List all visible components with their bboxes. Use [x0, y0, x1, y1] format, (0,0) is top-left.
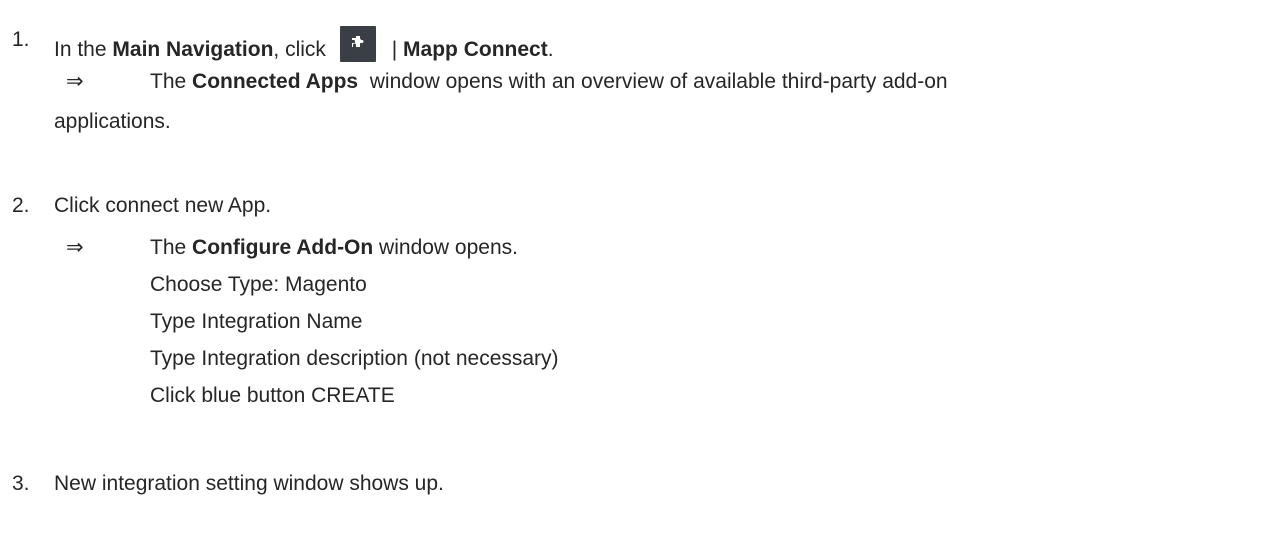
instruction-document: 1. In the Main Navigation, click | Mapp … — [0, 0, 1280, 545]
result-suffix: window opens. — [373, 236, 518, 259]
step-1-result: ⇒ The Connected Apps window opens with a… — [0, 68, 1280, 96]
result-arrow: ⇒ — [66, 236, 84, 259]
step-1-result-continued: applications. — [0, 108, 1280, 136]
step-1: 1. In the Main Navigation, click | Mapp … — [0, 26, 1280, 62]
main-navigation-label: Main Navigation — [112, 38, 274, 61]
result-prefix: The — [150, 236, 193, 259]
substep: Click blue button CREATE — [0, 382, 1280, 410]
step-2-text: Click connect new App. — [54, 194, 272, 217]
step-3: 3. New integration setting window shows … — [0, 470, 1280, 498]
separator: | — [385, 38, 404, 61]
step-1-result-continued-text: applications. — [54, 110, 171, 133]
mapp-connect-label: Mapp Connect — [403, 38, 548, 61]
step-1-prefix: In the — [54, 38, 113, 61]
step-3-number: 3. — [12, 472, 30, 495]
step-2-result: ⇒ The Configure Add-On window opens. — [0, 234, 1280, 262]
result-prefix: The — [150, 70, 193, 93]
substep-integration-description: Type Integration description (not necess… — [150, 347, 559, 370]
configure-addon-label: Configure Add-On — [192, 236, 374, 259]
substep-integration-name: Type Integration Name — [150, 310, 363, 333]
step-3-text: New integration setting window shows up. — [54, 472, 444, 495]
step-2-number: 2. — [12, 194, 30, 217]
step-1-result-text: The Connected Apps window opens with an … — [150, 68, 948, 96]
step-1-period: . — [547, 38, 554, 61]
connected-apps-label: Connected Apps — [192, 70, 359, 93]
substep: Type Integration description (not necess… — [0, 345, 1280, 373]
substep: Type Integration Name — [0, 308, 1280, 336]
step-1-number: 1. — [12, 28, 30, 51]
puzzle-piece-icon — [339, 26, 376, 62]
substep-choose-type: Choose Type: Magento — [150, 273, 367, 296]
result-arrow: ⇒ — [66, 70, 84, 93]
substep-click-create: Click blue button CREATE — [150, 384, 395, 407]
step-1-text: In the Main Navigation, click | Mapp Con… — [54, 26, 554, 64]
result-suffix: window opens with an overview of availab… — [358, 70, 948, 93]
step-2-result-text: The Configure Add-On window opens. — [150, 234, 518, 262]
substep: Choose Type: Magento — [0, 271, 1280, 299]
step-1-click: , click — [273, 38, 326, 61]
step-2: 2. Click connect new App. — [0, 192, 1280, 220]
